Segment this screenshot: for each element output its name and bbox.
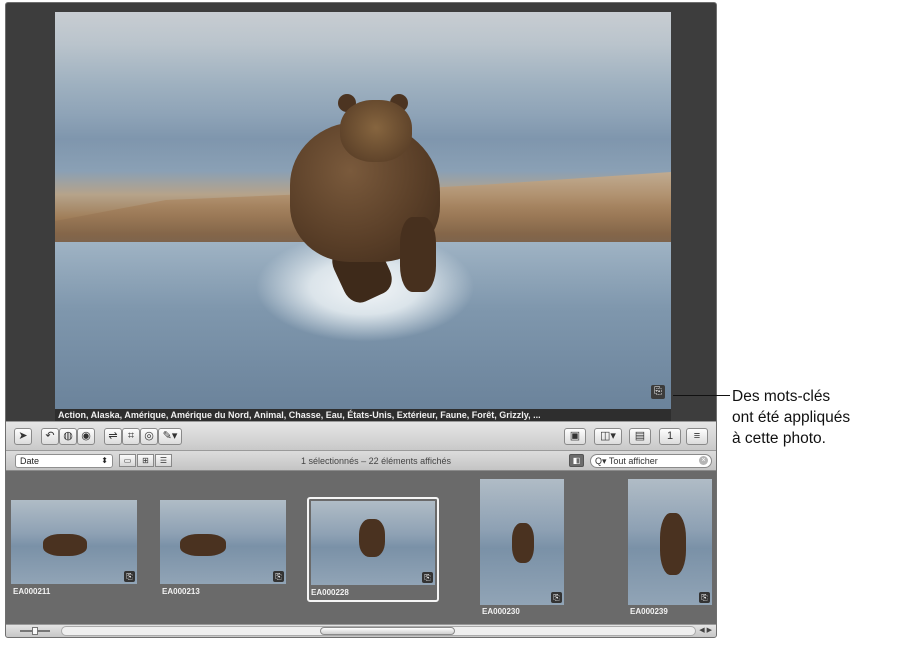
straighten-icon[interactable]: ⇌ — [104, 428, 122, 445]
thumbnail-image: ⎘ — [311, 501, 435, 585]
selection-status: 1 sélectionnés – 22 éléments affichés — [301, 456, 451, 466]
thumbnail-image: ⎘ — [480, 479, 564, 605]
thumbnail[interactable]: ⎘ EA000239 — [628, 479, 714, 619]
keyword-tag-icon[interactable]: ⎘ — [273, 571, 284, 582]
search-field[interactable]: Q▾ Tout afficher × — [590, 454, 712, 468]
browser-bar: Date ⬍ ▭ ⊞ ☰ 1 sélectionnés – 22 élément… — [6, 451, 716, 471]
thumbnail-label: EA000213 — [162, 587, 200, 596]
callout-line-1: Des mots-clés — [732, 388, 831, 405]
thumbnail-image: ⎘ — [628, 479, 712, 605]
stamp-icon[interactable]: ◉ — [77, 428, 95, 445]
inspector-icon[interactable]: ▤ — [629, 428, 651, 445]
filmstrip-view-icon[interactable]: ▭ — [119, 454, 136, 467]
thumbnail-label: EA000230 — [482, 607, 520, 616]
grid-view-icon[interactable]: ⊞ — [137, 454, 154, 467]
brush-icon[interactable]: ✎▾ — [158, 428, 182, 445]
photo-bear-leg — [400, 217, 436, 292]
list-view-icon[interactable]: ≡ — [686, 428, 708, 445]
thumbnail-image: ⎘ — [160, 500, 286, 584]
thumbnail-label: EA000228 — [311, 588, 349, 597]
thumbnail-label: EA000211 — [13, 587, 51, 596]
thumbnail-selected[interactable]: ⎘ EA000228 — [307, 497, 439, 602]
bottom-bar: ◀ ▶ — [6, 624, 716, 637]
scroll-arrows-icon[interactable]: ◀ ▶ — [699, 626, 712, 634]
sort-dropdown[interactable]: Date ⬍ — [15, 454, 113, 468]
thumbnail[interactable]: ⎘ EA000211 — [11, 500, 139, 600]
keywords-caption: Action, Alaska, Amérique, Amérique du No… — [55, 409, 671, 421]
callout-line-2: ont été appliqués — [732, 409, 851, 426]
thumbnail[interactable]: ⎘ EA000213 — [160, 500, 288, 600]
sort-value: Date — [20, 456, 40, 466]
photo-viewer: ⎘ Action, Alaska, Amérique, Amérique du … — [6, 3, 716, 421]
keyword-tag-icon[interactable]: ⎘ — [651, 385, 665, 399]
keyword-tag-icon[interactable]: ⎘ — [422, 572, 433, 583]
thumbnail-label: EA000239 — [630, 607, 668, 616]
rotate-icon[interactable]: ↶ — [41, 428, 59, 445]
slider-knob[interactable] — [32, 627, 38, 635]
keyword-tag-icon[interactable]: ⎘ — [124, 571, 135, 582]
thumbnail-bear — [660, 513, 686, 575]
keyword-tag-icon[interactable]: ⎘ — [551, 592, 562, 603]
keyword-tag-icon[interactable]: ⎘ — [699, 592, 710, 603]
thumbnail[interactable]: ⎘ EA000230 — [480, 479, 566, 619]
main-photo[interactable] — [55, 12, 671, 409]
callout-annotation: Des mots-clés ont été appliqués à cette … — [732, 386, 898, 449]
callout-line-3: à cette photo. — [732, 430, 826, 447]
filmstrip: ⎘ EA000211 ⎘ EA000213 ⎘ EA000228 ⎘ EA000… — [6, 471, 716, 624]
chevron-updown-icon: ⬍ — [101, 456, 108, 465]
loupe-icon[interactable]: ▣ — [564, 428, 586, 445]
callout-line — [673, 395, 730, 396]
single-view-icon[interactable]: 1 — [659, 428, 681, 445]
scrollbar-thumb[interactable] — [320, 627, 455, 635]
photo-bear-head — [340, 100, 412, 162]
search-icon: Q▾ — [595, 456, 607, 466]
thumbnail-bear — [180, 534, 226, 556]
lift-stamp-icon[interactable]: ◍ — [59, 428, 77, 445]
crop-icon[interactable]: ⌗ — [122, 428, 140, 445]
aperture-window: ⎘ Action, Alaska, Amérique, Amérique du … — [5, 2, 717, 638]
thumbnail-bear — [43, 534, 87, 556]
thumbnail-size-slider[interactable] — [12, 627, 58, 635]
filter-icon[interactable]: ◧ — [569, 454, 584, 467]
tools-toolbar: ➤ ↶ ◍ ◉ ⇌ ⌗ ◎ ✎▾ ▣ ◫▾ ▤ 1 ≡ — [6, 421, 716, 451]
list-view-icon[interactable]: ☰ — [155, 454, 172, 467]
horizontal-scrollbar[interactable] — [61, 626, 696, 636]
arrow-tool-icon[interactable]: ➤ — [14, 428, 32, 445]
search-placeholder: Tout afficher — [608, 456, 658, 466]
adjust-icon[interactable]: ◫▾ — [594, 428, 622, 445]
thumbnail-bear — [512, 523, 534, 563]
thumbnail-bear — [359, 519, 385, 557]
clear-icon[interactable]: × — [699, 456, 708, 465]
red-eye-icon[interactable]: ◎ — [140, 428, 158, 445]
thumbnail-image: ⎘ — [11, 500, 137, 584]
